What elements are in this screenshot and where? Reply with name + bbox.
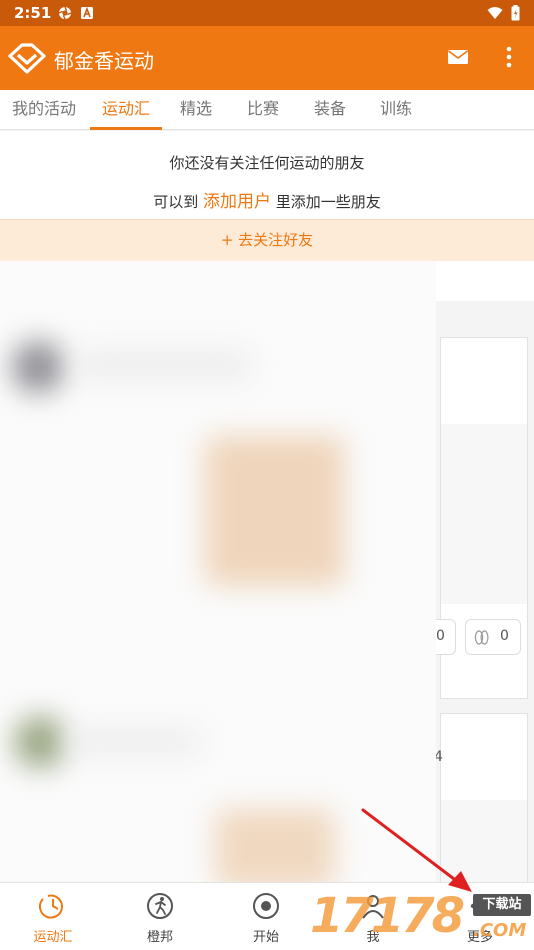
nav-label: 橙邦 xyxy=(146,930,173,945)
clock-icon xyxy=(38,894,63,919)
nav-label: 运动汇 xyxy=(33,930,73,945)
status-notifications xyxy=(58,6,94,20)
tab-equipment[interactable]: 装备 xyxy=(300,90,360,130)
watermark-digits: 17178 xyxy=(310,888,465,944)
status-system-icons xyxy=(487,5,520,21)
notice-text: 你还没有关注任何运动的朋友 xyxy=(169,154,365,172)
mail-icon[interactable] xyxy=(447,47,469,67)
blurred-text xyxy=(70,729,200,755)
more-vertical-icon[interactable] xyxy=(500,44,518,70)
app-title: 郁金香运动 xyxy=(54,49,154,73)
notice-hint: 可以到 添加用户 里添加一些朋友 xyxy=(0,187,534,212)
nav-label: 开始 xyxy=(252,930,279,945)
notice-hint-prefix: 可以到 xyxy=(153,193,199,211)
status-time: 2:51 xyxy=(14,4,52,22)
blurred-content xyxy=(0,261,436,882)
shoe-icon xyxy=(474,630,489,645)
watermark-badge: 下载站 xyxy=(473,894,531,916)
tab-active-indicator xyxy=(90,127,162,130)
activity-feed: 0 0 4 xyxy=(0,261,534,882)
stat-value: 0 xyxy=(500,628,509,644)
nav-orange-club[interactable]: 橙邦 xyxy=(120,883,200,950)
aperture-icon xyxy=(58,6,72,20)
watermark-suffix: .COM xyxy=(473,920,527,941)
blurred-avatar xyxy=(14,716,66,768)
notice-hint-suffix: 里添加一些朋友 xyxy=(275,193,381,211)
nav-start[interactable]: 开始 xyxy=(226,883,306,950)
a-badge-icon xyxy=(81,6,93,19)
stat-value: 0 xyxy=(436,628,445,644)
tab-bar: 我的活动 运动汇 精选 比赛 装备 训练 xyxy=(0,90,534,130)
battery-icon xyxy=(511,5,520,21)
tab-training[interactable]: 训练 xyxy=(366,90,426,130)
feed-card-image xyxy=(441,800,527,882)
tab-sports-hub[interactable]: 运动汇 xyxy=(90,90,162,130)
feed-card[interactable] xyxy=(440,713,528,882)
runner-icon xyxy=(147,893,173,919)
empty-friends-notice: 你还没有关注任何运动的朋友 可以到 添加用户 里添加一些朋友 xyxy=(0,131,534,219)
like-stat-box[interactable]: 0 xyxy=(465,619,521,655)
tab-featured[interactable]: 精选 xyxy=(166,90,226,130)
follow-friends-button[interactable]: + 去关注好友 xyxy=(0,219,534,261)
blurred-avatar xyxy=(12,341,64,393)
blurred-image xyxy=(205,436,345,586)
feed-card-image xyxy=(441,424,527,604)
add-user-link[interactable]: 添加用户 xyxy=(203,192,271,212)
blurred-text xyxy=(80,351,250,379)
tab-competition[interactable]: 比赛 xyxy=(233,90,293,130)
tab-my-activity[interactable]: 我的活动 xyxy=(4,90,84,130)
app-bar: 郁金香运动 xyxy=(0,26,534,90)
blurred-image xyxy=(215,809,335,882)
wifi-icon xyxy=(487,7,503,19)
status-bar: 2:51 xyxy=(0,0,534,26)
nav-sports-hub[interactable]: 运动汇 xyxy=(13,883,93,950)
record-icon xyxy=(253,893,279,919)
app-logo-icon xyxy=(8,43,46,74)
